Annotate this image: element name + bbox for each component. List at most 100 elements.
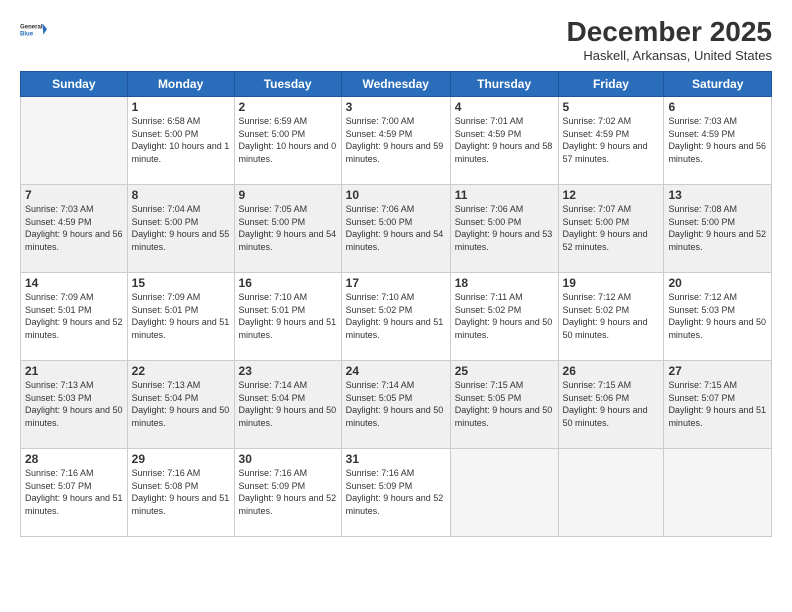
calendar-day-cell: 8Sunrise: 7:04 AMSunset: 5:00 PMDaylight… (127, 185, 234, 273)
calendar-day-cell: 19Sunrise: 7:12 AMSunset: 5:02 PMDayligh… (558, 273, 664, 361)
calendar-day-cell: 7Sunrise: 7:03 AMSunset: 4:59 PMDaylight… (21, 185, 128, 273)
calendar-table: SundayMondayTuesdayWednesdayThursdayFrid… (20, 71, 772, 537)
calendar-day-header: Saturday (664, 72, 772, 97)
day-number: 21 (25, 364, 123, 378)
logo: GeneralBlue (20, 16, 48, 44)
day-number: 13 (668, 188, 767, 202)
calendar-day-header: Thursday (450, 72, 558, 97)
calendar-day-cell (21, 97, 128, 185)
day-info: Sunrise: 7:07 AMSunset: 5:00 PMDaylight:… (563, 203, 660, 253)
day-info: Sunrise: 7:13 AMSunset: 5:03 PMDaylight:… (25, 379, 123, 429)
day-number: 7 (25, 188, 123, 202)
calendar-body: 1Sunrise: 6:58 AMSunset: 5:00 PMDaylight… (21, 97, 772, 537)
day-number: 3 (346, 100, 446, 114)
day-number: 30 (239, 452, 337, 466)
calendar-day-cell: 30Sunrise: 7:16 AMSunset: 5:09 PMDayligh… (234, 449, 341, 537)
day-info: Sunrise: 7:08 AMSunset: 5:00 PMDaylight:… (668, 203, 767, 253)
calendar-day-cell: 4Sunrise: 7:01 AMSunset: 4:59 PMDaylight… (450, 97, 558, 185)
svg-text:Blue: Blue (20, 32, 34, 38)
day-info: Sunrise: 7:16 AMSunset: 5:09 PMDaylight:… (239, 467, 337, 517)
calendar-day-cell: 3Sunrise: 7:00 AMSunset: 4:59 PMDaylight… (341, 97, 450, 185)
day-number: 28 (25, 452, 123, 466)
day-info: Sunrise: 7:11 AMSunset: 5:02 PMDaylight:… (455, 291, 554, 341)
day-number: 1 (132, 100, 230, 114)
day-number: 6 (668, 100, 767, 114)
day-number: 25 (455, 364, 554, 378)
calendar-day-header: Friday (558, 72, 664, 97)
day-info: Sunrise: 7:10 AMSunset: 5:01 PMDaylight:… (239, 291, 337, 341)
calendar-day-cell: 11Sunrise: 7:06 AMSunset: 5:00 PMDayligh… (450, 185, 558, 273)
day-number: 20 (668, 276, 767, 290)
logo-icon: GeneralBlue (20, 16, 48, 44)
day-number: 12 (563, 188, 660, 202)
calendar-day-cell: 28Sunrise: 7:16 AMSunset: 5:07 PMDayligh… (21, 449, 128, 537)
calendar-day-cell: 17Sunrise: 7:10 AMSunset: 5:02 PMDayligh… (341, 273, 450, 361)
day-info: Sunrise: 7:03 AMSunset: 4:59 PMDaylight:… (668, 115, 767, 165)
calendar-day-header: Sunday (21, 72, 128, 97)
calendar-day-cell: 16Sunrise: 7:10 AMSunset: 5:01 PMDayligh… (234, 273, 341, 361)
day-info: Sunrise: 7:13 AMSunset: 5:04 PMDaylight:… (132, 379, 230, 429)
day-info: Sunrise: 7:14 AMSunset: 5:04 PMDaylight:… (239, 379, 337, 429)
day-number: 22 (132, 364, 230, 378)
day-info: Sunrise: 7:16 AMSunset: 5:09 PMDaylight:… (346, 467, 446, 517)
day-info: Sunrise: 7:05 AMSunset: 5:00 PMDaylight:… (239, 203, 337, 253)
day-info: Sunrise: 7:15 AMSunset: 5:05 PMDaylight:… (455, 379, 554, 429)
subtitle: Haskell, Arkansas, United States (567, 48, 772, 63)
day-info: Sunrise: 7:15 AMSunset: 5:06 PMDaylight:… (563, 379, 660, 429)
day-info: Sunrise: 7:16 AMSunset: 5:07 PMDaylight:… (25, 467, 123, 517)
calendar-day-cell: 5Sunrise: 7:02 AMSunset: 4:59 PMDaylight… (558, 97, 664, 185)
day-info: Sunrise: 6:59 AMSunset: 5:00 PMDaylight:… (239, 115, 337, 165)
day-number: 18 (455, 276, 554, 290)
calendar-day-cell: 20Sunrise: 7:12 AMSunset: 5:03 PMDayligh… (664, 273, 772, 361)
header: GeneralBlue December 2025 Haskell, Arkan… (20, 16, 772, 63)
day-info: Sunrise: 7:10 AMSunset: 5:02 PMDaylight:… (346, 291, 446, 341)
calendar-day-cell (664, 449, 772, 537)
day-info: Sunrise: 7:03 AMSunset: 4:59 PMDaylight:… (25, 203, 123, 253)
calendar-day-cell: 1Sunrise: 6:58 AMSunset: 5:00 PMDaylight… (127, 97, 234, 185)
day-info: Sunrise: 6:58 AMSunset: 5:00 PMDaylight:… (132, 115, 230, 165)
calendar-day-cell: 2Sunrise: 6:59 AMSunset: 5:00 PMDaylight… (234, 97, 341, 185)
day-number: 11 (455, 188, 554, 202)
day-info: Sunrise: 7:09 AMSunset: 5:01 PMDaylight:… (132, 291, 230, 341)
calendar-day-cell: 14Sunrise: 7:09 AMSunset: 5:01 PMDayligh… (21, 273, 128, 361)
page: GeneralBlue December 2025 Haskell, Arkan… (0, 0, 792, 612)
calendar-day-cell: 31Sunrise: 7:16 AMSunset: 5:09 PMDayligh… (341, 449, 450, 537)
calendar-day-cell: 26Sunrise: 7:15 AMSunset: 5:06 PMDayligh… (558, 361, 664, 449)
calendar-day-cell: 15Sunrise: 7:09 AMSunset: 5:01 PMDayligh… (127, 273, 234, 361)
day-number: 9 (239, 188, 337, 202)
calendar-week-row: 21Sunrise: 7:13 AMSunset: 5:03 PMDayligh… (21, 361, 772, 449)
day-info: Sunrise: 7:16 AMSunset: 5:08 PMDaylight:… (132, 467, 230, 517)
calendar-week-row: 28Sunrise: 7:16 AMSunset: 5:07 PMDayligh… (21, 449, 772, 537)
day-number: 15 (132, 276, 230, 290)
day-number: 10 (346, 188, 446, 202)
day-info: Sunrise: 7:00 AMSunset: 4:59 PMDaylight:… (346, 115, 446, 165)
day-number: 26 (563, 364, 660, 378)
calendar-day-cell: 24Sunrise: 7:14 AMSunset: 5:05 PMDayligh… (341, 361, 450, 449)
calendar-week-row: 14Sunrise: 7:09 AMSunset: 5:01 PMDayligh… (21, 273, 772, 361)
day-number: 27 (668, 364, 767, 378)
title-block: December 2025 Haskell, Arkansas, United … (567, 16, 772, 63)
calendar-day-header: Tuesday (234, 72, 341, 97)
day-number: 8 (132, 188, 230, 202)
day-info: Sunrise: 7:12 AMSunset: 5:02 PMDaylight:… (563, 291, 660, 341)
calendar-day-header: Wednesday (341, 72, 450, 97)
day-number: 19 (563, 276, 660, 290)
calendar-day-cell: 27Sunrise: 7:15 AMSunset: 5:07 PMDayligh… (664, 361, 772, 449)
calendar-day-header: Monday (127, 72, 234, 97)
calendar-day-cell: 29Sunrise: 7:16 AMSunset: 5:08 PMDayligh… (127, 449, 234, 537)
day-number: 2 (239, 100, 337, 114)
main-title: December 2025 (567, 16, 772, 48)
day-info: Sunrise: 7:09 AMSunset: 5:01 PMDaylight:… (25, 291, 123, 341)
calendar-header-row: SundayMondayTuesdayWednesdayThursdayFrid… (21, 72, 772, 97)
day-number: 17 (346, 276, 446, 290)
calendar-day-cell: 9Sunrise: 7:05 AMSunset: 5:00 PMDaylight… (234, 185, 341, 273)
calendar-day-cell: 23Sunrise: 7:14 AMSunset: 5:04 PMDayligh… (234, 361, 341, 449)
day-number: 23 (239, 364, 337, 378)
day-info: Sunrise: 7:14 AMSunset: 5:05 PMDaylight:… (346, 379, 446, 429)
day-number: 24 (346, 364, 446, 378)
day-info: Sunrise: 7:06 AMSunset: 5:00 PMDaylight:… (455, 203, 554, 253)
day-number: 14 (25, 276, 123, 290)
calendar-week-row: 7Sunrise: 7:03 AMSunset: 4:59 PMDaylight… (21, 185, 772, 273)
day-number: 4 (455, 100, 554, 114)
day-info: Sunrise: 7:12 AMSunset: 5:03 PMDaylight:… (668, 291, 767, 341)
